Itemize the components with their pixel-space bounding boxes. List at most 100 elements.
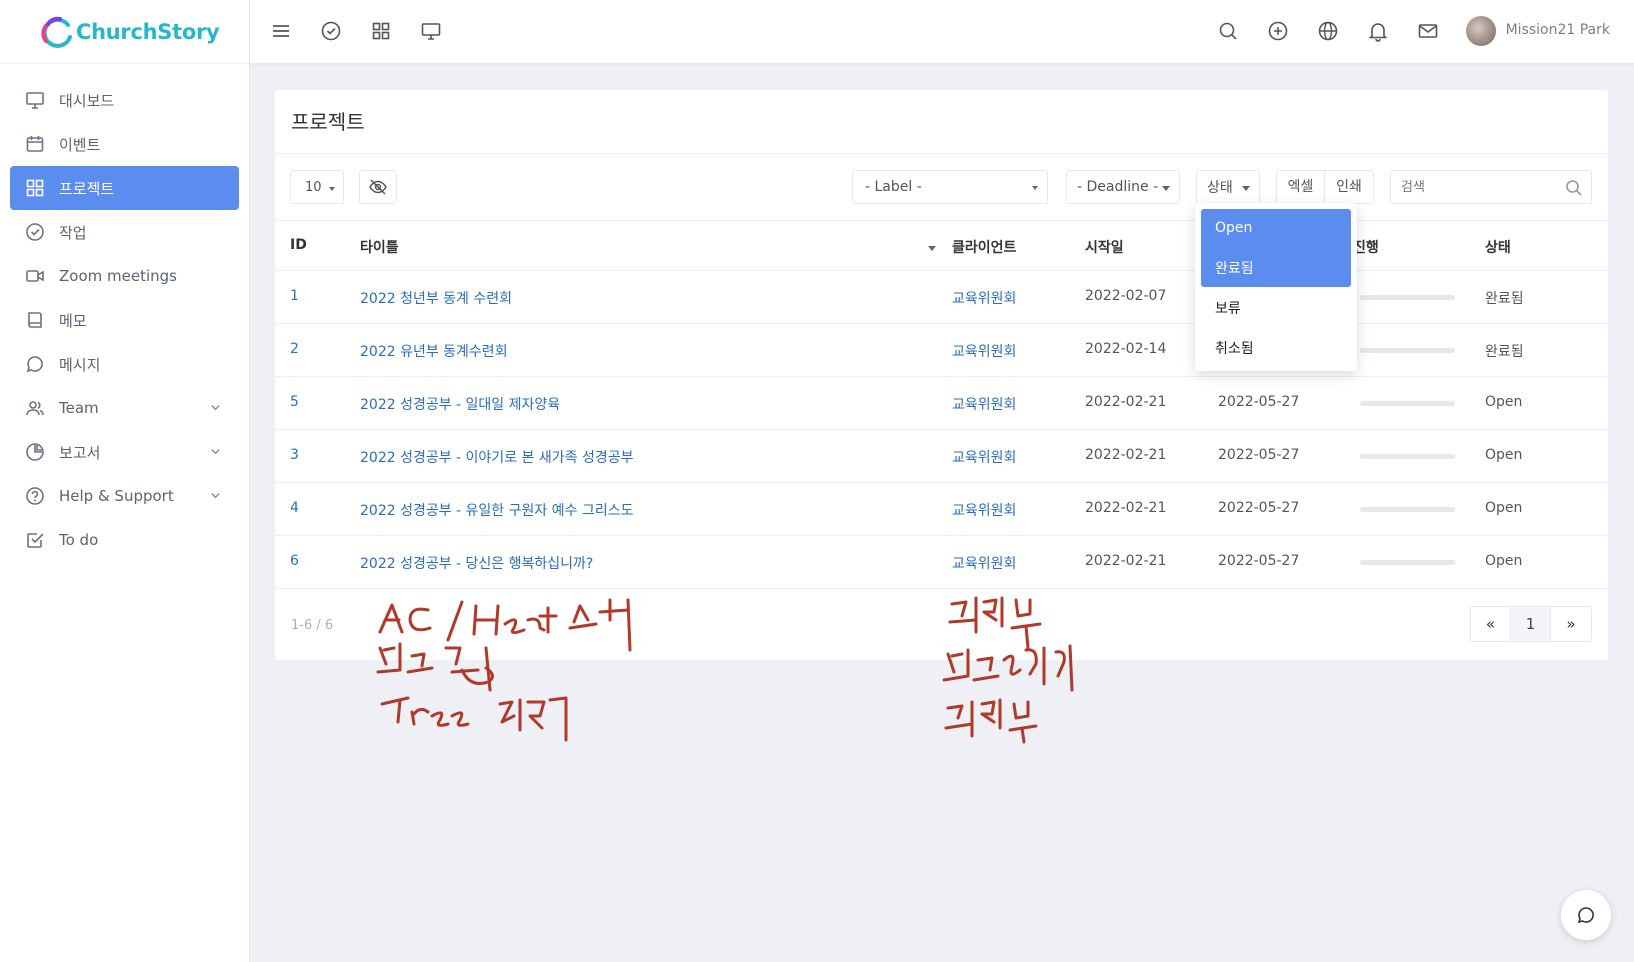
column-header-client[interactable]: 클라이언트 — [952, 237, 1016, 257]
sidebar-item-label: Team — [59, 399, 99, 417]
avatar[interactable] — [1466, 16, 1496, 46]
progress-bar — [1360, 507, 1455, 512]
row-id[interactable]: 6 — [290, 553, 299, 569]
column-header-start[interactable]: 시작일 — [1085, 237, 1124, 257]
caret-down-icon — [1032, 186, 1038, 190]
globe-icon[interactable] — [1317, 20, 1339, 42]
row-title[interactable]: 2022 성경공부 - 당신은 행복하십니까? — [360, 553, 593, 573]
row-title[interactable]: 2022 성경공부 - 이야기로 본 새가족 성경공부 — [360, 447, 633, 467]
row-client[interactable]: 교육위원회 — [952, 447, 1016, 467]
column-header-status[interactable]: 상태 — [1485, 237, 1511, 257]
row-client[interactable]: 교육위원회 — [952, 394, 1016, 414]
progress-bar — [1360, 454, 1455, 459]
status-option-cancelled[interactable]: 취소됨 — [1215, 338, 1254, 358]
column-visibility-button[interactable] — [359, 170, 397, 204]
row-start-date: 2022-02-14 — [1085, 341, 1167, 357]
page-size-select[interactable]: 10 — [290, 170, 344, 204]
progress-bar — [1360, 295, 1455, 300]
search-field[interactable] — [1401, 179, 1551, 195]
row-client[interactable]: 교육위원회 — [952, 553, 1016, 573]
sidebar-item-label: 대시보드 — [59, 91, 115, 110]
deadline-filter-value: - Deadline - — [1077, 179, 1159, 195]
sidebar-item-label: Help & Support — [59, 487, 174, 505]
caret-down-icon — [329, 187, 335, 191]
pagination-prev-button[interactable]: « — [1471, 607, 1511, 641]
deadline-filter-button[interactable]: - Deadline - — [1066, 170, 1180, 204]
row-start-date: 2022-02-07 — [1085, 288, 1167, 304]
sidebar-item-label: 메모 — [59, 311, 87, 330]
brand-logo[interactable]: ChurchStory — [0, 0, 249, 64]
chevron-down-icon — [211, 493, 220, 499]
row-start-date: 2022-02-21 — [1085, 500, 1167, 516]
sidebar-nav: 대시보드 이벤트 프로젝트 작업 Zoom meetings 메모 메시지 Te… — [0, 64, 249, 562]
status-filter-button[interactable]: 상태 — [1196, 170, 1260, 204]
sidebar-item-dashboard[interactable]: 대시보드 — [10, 78, 239, 122]
pagination: « 1 » — [1470, 606, 1592, 642]
row-title[interactable]: 2022 성경공부 - 유일한 구원자 예수 그리스도 — [360, 500, 633, 520]
row-title[interactable]: 2022 청년부 동계 수련회 — [360, 288, 512, 308]
caret-down-icon — [1242, 186, 1250, 191]
status-option-hold[interactable]: 보류 — [1215, 298, 1241, 318]
row-id[interactable]: 4 — [290, 500, 299, 516]
check-circle-icon[interactable] — [320, 20, 342, 42]
checkbox-icon — [27, 533, 44, 548]
row-start-date: 2022-02-21 — [1085, 394, 1167, 410]
excel-button[interactable]: 엑셀 — [1277, 171, 1325, 203]
caret-down-icon — [1162, 186, 1170, 191]
mail-icon[interactable] — [1417, 20, 1439, 42]
row-client[interactable]: 교육위원회 — [952, 341, 1016, 361]
row-title[interactable]: 2022 성경공부 - 일대일 제자양육 — [360, 394, 560, 414]
row-title[interactable]: 2022 유년부 동계수련회 — [360, 341, 508, 361]
menu-icon[interactable] — [270, 20, 292, 42]
sidebar-item-messages[interactable]: 메시지 — [10, 342, 239, 386]
sidebar-item-help-support[interactable]: Help & Support — [10, 474, 239, 518]
pagination-page-button[interactable]: 1 — [1511, 607, 1551, 641]
grid-icon[interactable] — [370, 20, 392, 42]
pagination-next-button[interactable]: » — [1551, 607, 1591, 641]
row-id[interactable]: 3 — [290, 447, 299, 463]
status-option-completed[interactable]: 완료됨 — [1215, 258, 1254, 278]
brand-name: ChurchStory — [76, 19, 220, 44]
sidebar-item-todo[interactable]: To do — [10, 518, 239, 562]
chat-icon — [26, 356, 43, 373]
row-id[interactable]: 2 — [290, 341, 299, 357]
chat-launcher-button[interactable] — [1561, 890, 1611, 940]
progress-bar — [1360, 401, 1455, 406]
help-icon — [26, 487, 44, 505]
row-id[interactable]: 1 — [290, 288, 299, 304]
label-filter-select[interactable]: - Label - — [852, 170, 1048, 204]
table-row: 5 2022 성경공부 - 일대일 제자양육 교육위원회 2022-02-21 … — [275, 377, 1608, 430]
sidebar-item-label: 보고서 — [59, 443, 101, 462]
sidebar-item-tasks[interactable]: 작업 — [10, 210, 239, 254]
row-id[interactable]: 5 — [290, 394, 299, 410]
search-icon[interactable] — [1217, 20, 1239, 42]
search-icon[interactable] — [1565, 179, 1583, 197]
sidebar-item-projects[interactable]: 프로젝트 — [10, 166, 239, 210]
row-client[interactable]: 교육위원회 — [952, 500, 1016, 520]
sidebar-item-label: 이벤트 — [59, 135, 101, 154]
print-button[interactable]: 인쇄 — [1325, 171, 1373, 203]
user-name[interactable]: Mission21 Park — [1506, 22, 1610, 38]
monitor-icon[interactable] — [420, 20, 442, 42]
book-icon — [28, 312, 42, 328]
sidebar-item-label: 메시지 — [59, 355, 101, 374]
sidebar-item-zoom-meetings[interactable]: Zoom meetings — [10, 254, 239, 298]
calendar-icon — [26, 136, 44, 152]
sidebar-item-label: Zoom meetings — [59, 267, 177, 285]
search-input[interactable] — [1390, 170, 1592, 204]
sidebar-item-team[interactable]: Team — [10, 386, 239, 430]
chevron-down-icon — [211, 449, 220, 455]
row-status: 완료됨 — [1485, 291, 1524, 307]
row-client[interactable]: 교육위원회 — [952, 288, 1016, 308]
sidebar-item-events[interactable]: 이벤트 — [10, 122, 239, 166]
column-header-title[interactable]: 타이틀 — [360, 237, 399, 257]
bell-icon[interactable] — [1367, 20, 1389, 42]
status-option-open[interactable]: Open — [1215, 220, 1252, 236]
column-header-id[interactable]: ID — [290, 237, 307, 253]
table-row: 1 2022 청년부 동계 수련회 교육위원회 2022-02-07 완료됨 — [275, 271, 1608, 324]
page-title: 프로젝트 — [291, 110, 365, 134]
row-status: Open — [1485, 447, 1523, 463]
plus-circle-icon[interactable] — [1267, 20, 1289, 42]
sidebar-item-notes[interactable]: 메모 — [10, 298, 239, 342]
sidebar-item-reports[interactable]: 보고서 — [10, 430, 239, 474]
